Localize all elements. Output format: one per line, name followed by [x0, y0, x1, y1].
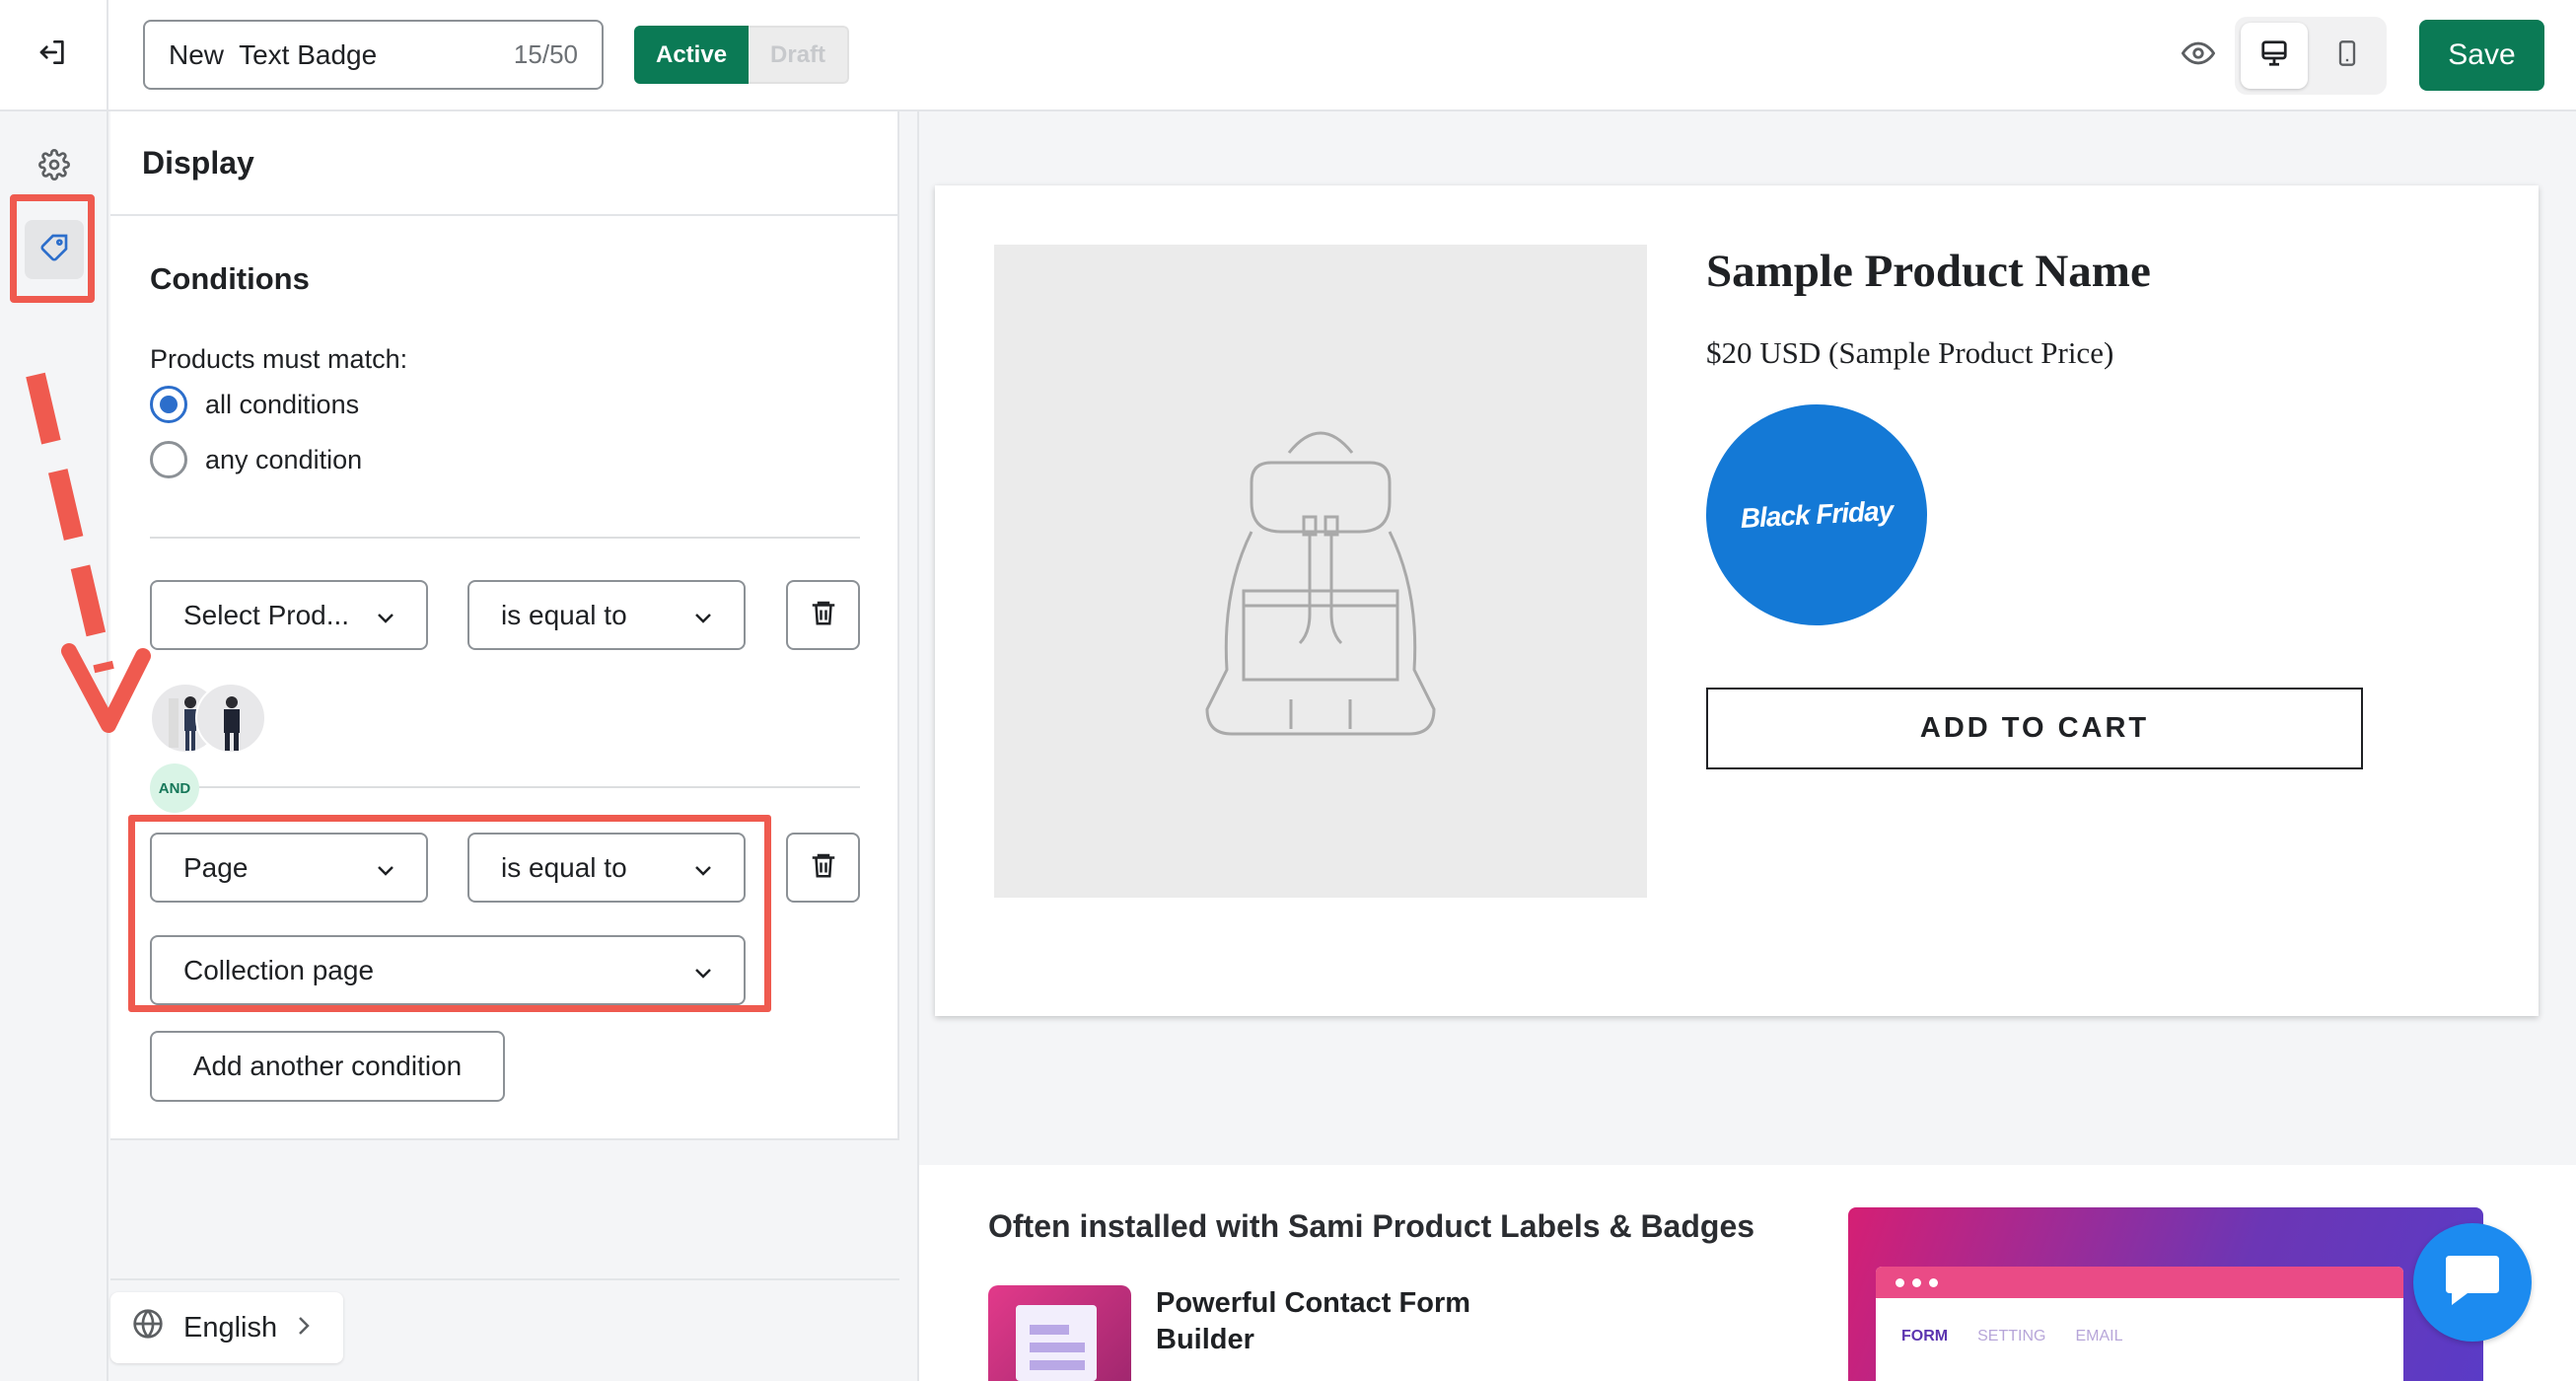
status-toggle: Active Draft [634, 26, 850, 84]
desktop-view-button[interactable] [2241, 23, 2308, 89]
device-toggle [2235, 17, 2387, 95]
radio-button-selected[interactable] [150, 386, 187, 423]
preview-button[interactable] [2175, 32, 2222, 79]
exit-button[interactable] [0, 0, 108, 109]
selected-products [150, 683, 266, 754]
product-image [994, 245, 1647, 898]
condition1-operator-select[interactable]: is equal to [467, 580, 746, 650]
tab-email: EMAIL [2075, 1328, 2123, 1345]
language-selector[interactable]: English [110, 1292, 343, 1363]
trash-icon [809, 849, 838, 886]
and-badge: AND [150, 763, 199, 813]
condition1-operator-value: is equal to [501, 599, 627, 630]
delete-condition1-button[interactable] [786, 580, 860, 650]
app-icon[interactable] [988, 1285, 1131, 1381]
mobile-icon [2333, 38, 2361, 73]
radio-all-label: all conditions [205, 389, 360, 419]
product-price: $20 USD (Sample Product Price) [1706, 335, 2114, 370]
recommended-apps: Often installed with Sami Product Labels… [919, 1165, 2576, 1381]
add-condition-button[interactable]: Add another condition [150, 1031, 505, 1102]
radio-all-conditions[interactable]: all conditions [150, 386, 359, 423]
highlight-box [128, 815, 771, 1012]
exit-icon [37, 36, 69, 73]
tab-form: FORM [1901, 1328, 1949, 1345]
tab-setting: SETTING [1977, 1328, 2046, 1345]
condition1-field-select[interactable]: Select Prod... [150, 580, 428, 650]
trash-icon [809, 597, 838, 633]
language-bar: English [110, 1278, 899, 1381]
match-label: Products must match: [150, 344, 408, 374]
chat-icon [2442, 1254, 2503, 1312]
save-button[interactable]: Save [2419, 20, 2544, 91]
panel-title: Display [110, 111, 897, 216]
sidebar-item-settings[interactable] [25, 137, 84, 196]
product-preview-card: Sample Product Name $20 USD (Sample Prod… [935, 185, 2539, 1016]
display-panel: Display Conditions Products must match: … [110, 111, 899, 1140]
char-counter: 15/50 [513, 39, 578, 69]
product-thumbnail[interactable] [195, 683, 266, 754]
radio-button[interactable] [150, 441, 187, 478]
divider [150, 537, 860, 539]
preview-area: Sample Product Name $20 USD (Sample Prod… [917, 111, 2576, 1381]
gear-icon [38, 148, 70, 185]
status-active-button[interactable]: Active [634, 26, 750, 84]
conditions-title: Conditions [150, 261, 310, 296]
radio-any-condition[interactable]: any condition [150, 441, 362, 478]
chevron-down-icon [377, 600, 394, 631]
radio-any-label: any condition [205, 444, 363, 474]
condition1-field-value: Select Prod... [183, 599, 350, 630]
app-screenshot[interactable]: FORM SETTING EMAIL [1848, 1207, 2483, 1381]
black-friday-badge: Black Friday [1700, 399, 1933, 631]
badge-name-input[interactable]: New Text Badge 15/50 [143, 20, 604, 90]
backpack-icon [1205, 431, 1436, 736]
desktop-icon [2259, 38, 2289, 73]
app-window: FORM SETTING EMAIL [1876, 1267, 2403, 1381]
chat-button[interactable] [2413, 1223, 2532, 1342]
delete-condition2-button[interactable] [786, 833, 860, 903]
eye-icon [2181, 36, 2216, 75]
promo-title: Often installed with Sami Product Labels… [988, 1208, 1755, 1244]
mobile-view-button[interactable] [2314, 23, 2381, 89]
chevron-down-icon [694, 600, 712, 631]
window-bar [1876, 1267, 2403, 1298]
highlight-box [10, 194, 95, 303]
globe-icon [132, 1308, 164, 1347]
product-name: Sample Product Name [1706, 246, 2151, 297]
top-bar: New Text Badge 15/50 Active Draft Save [0, 0, 2576, 111]
status-draft-button[interactable]: Draft [749, 26, 850, 84]
add-to-cart-button[interactable]: ADD TO CART [1706, 688, 2363, 769]
app-name-link[interactable]: Powerful Contact Form Builder [1156, 1285, 1481, 1358]
chevron-right-icon [297, 1312, 311, 1345]
badge-name-value: New Text Badge [169, 38, 378, 70]
app-tabs: FORM SETTING EMAIL [1876, 1298, 2403, 1345]
divider [199, 786, 860, 788]
language-label: English [183, 1311, 278, 1344]
